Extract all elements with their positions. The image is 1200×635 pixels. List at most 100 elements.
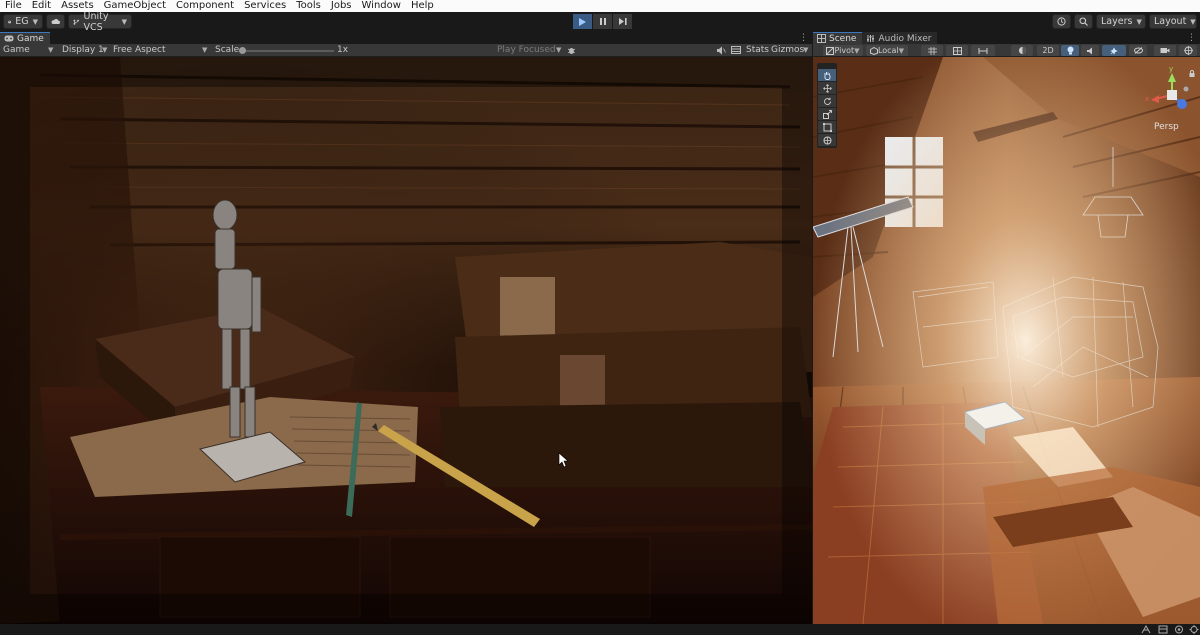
play-icon [579, 17, 586, 26]
grid-icon [731, 46, 741, 54]
axis-y-label: y [1169, 65, 1173, 73]
hand-tool-button[interactable] [818, 69, 836, 81]
tab-scene[interactable]: Scene [813, 32, 863, 44]
account-label: EG [15, 16, 29, 27]
layout-dropdown[interactable]: Layout ▼ [1149, 14, 1197, 29]
aspect-dropdown[interactable]: Free Aspect [113, 44, 166, 57]
status-bar [0, 624, 1200, 635]
effects-dropdown[interactable] [1102, 45, 1126, 56]
cloud-icon [51, 18, 60, 24]
audio-toggle[interactable] [1081, 45, 1099, 56]
gizmos-dropdown-scene[interactable] [1179, 45, 1197, 56]
branch-icon [73, 19, 80, 25]
game-tab-row: Game ⋮ [0, 32, 812, 44]
draw-mode-dropdown[interactable] [1011, 45, 1033, 56]
local-toggle[interactable]: Local ▼ [866, 45, 908, 56]
kebab-menu-icon[interactable]: ⋮ [1187, 32, 1196, 44]
scale-value: 1x [337, 45, 349, 55]
scene-viewport[interactable]: y x Persp [813, 57, 1200, 624]
transform-tool-icon [823, 136, 831, 144]
menu-component[interactable]: Component [171, 0, 239, 12]
pause-icon [599, 18, 606, 25]
gizmo-icon [1183, 46, 1193, 55]
bug-icon [567, 48, 576, 54]
lightbulb-icon [1067, 46, 1073, 55]
chevron-down-icon: ▼ [121, 17, 127, 26]
camera-dropdown[interactable] [1154, 45, 1176, 56]
layers-dropdown[interactable]: Layers ▼ [1096, 14, 1146, 29]
menu-jobs[interactable]: Jobs [326, 0, 357, 12]
chevron-down-icon: ▼ [48, 46, 54, 54]
cache-icon[interactable] [1158, 625, 1168, 634]
search-icon [1079, 17, 1088, 26]
stats-button[interactable]: Stats [746, 44, 769, 57]
layout-label: Layout [1154, 16, 1187, 27]
tab-game[interactable]: Game [0, 32, 50, 44]
play-button[interactable] [573, 14, 592, 29]
grid-snap-dropdown[interactable] [921, 45, 943, 56]
rotate-tool-button[interactable] [818, 95, 836, 107]
scale-tool-button[interactable] [818, 108, 836, 120]
rotate-tool-icon [823, 97, 831, 105]
kebab-menu-icon[interactable]: ⋮ [799, 32, 808, 44]
scale-slider[interactable] [239, 47, 334, 54]
cloud-button[interactable] [46, 14, 65, 29]
chevron-down-icon: ▼ [102, 46, 108, 54]
grid-visibility-dropdown[interactable] [946, 45, 968, 56]
gamepad-icon [4, 35, 14, 42]
gizmos-dropdown[interactable]: Gizmos [771, 44, 804, 57]
scene-render [813, 57, 1200, 624]
pivot-label: Pivot [834, 46, 855, 55]
account-icon [8, 20, 12, 23]
pivot-icon [826, 46, 835, 55]
menu-help[interactable]: Help [406, 0, 439, 12]
orientation-gizmo[interactable]: y x [1143, 65, 1193, 125]
lock-icon[interactable] [1189, 67, 1195, 77]
local-icon [869, 46, 878, 55]
tab-audio-mixer[interactable]: Audio Mixer [862, 32, 938, 44]
tool-palette-handle[interactable] [818, 65, 836, 68]
settings-icon[interactable] [1189, 625, 1199, 634]
chevron-down-icon: ▼ [32, 17, 38, 26]
menu-edit[interactable]: Edit [27, 0, 56, 12]
history-button[interactable] [1052, 14, 1071, 29]
tab-audio-mixer-label: Audio Mixer [878, 33, 932, 44]
scale-tool-icon [822, 109, 832, 119]
move-tool-button[interactable] [818, 82, 836, 94]
hidden-objects-toggle[interactable] [1129, 45, 1147, 56]
main-toolbar: EG ▼ Unity VCS ▼ Layers ▼ Layout ▼ [0, 11, 1200, 33]
step-icon [618, 18, 627, 25]
scale-slider-handle[interactable] [239, 47, 246, 54]
debug-icon[interactable] [1174, 625, 1184, 634]
menu-bar: File Edit Assets GameObject Component Se… [0, 0, 1200, 12]
search-button[interactable] [1074, 14, 1093, 29]
pivot-toggle[interactable]: Pivot ▼ [823, 45, 863, 56]
menu-file[interactable]: File [0, 0, 27, 12]
aspect-label: Free Aspect [113, 45, 166, 55]
menu-services[interactable]: Services [239, 0, 291, 12]
network-icon[interactable] [1141, 625, 1151, 634]
display-dropdown[interactable]: Display 1 [62, 44, 104, 57]
game-viewport[interactable] [0, 57, 812, 624]
move-tool-icon [822, 83, 832, 93]
tab-scene-label: Scene [829, 33, 857, 44]
view-mode-dropdown[interactable]: Game [3, 44, 30, 57]
effects-icon [1109, 46, 1118, 55]
transform-tool-button[interactable] [818, 134, 836, 146]
increment-snap-dropdown[interactable] [971, 45, 995, 56]
projection-toggle[interactable]: Persp [1154, 122, 1179, 132]
step-button[interactable] [613, 14, 632, 29]
rect-tool-button[interactable] [818, 121, 836, 133]
camera-icon [1160, 48, 1170, 53]
2d-toggle[interactable]: 2D [1037, 45, 1059, 56]
account-dropdown[interactable]: EG ▼ [3, 14, 43, 29]
play-focused-dropdown[interactable]: Play Focused [497, 44, 556, 57]
lighting-toggle[interactable] [1061, 45, 1079, 56]
menu-tools[interactable]: Tools [291, 0, 326, 12]
menu-window[interactable]: Window [357, 0, 406, 12]
chevron-down-icon: ▼ [202, 46, 208, 54]
grid-icon [952, 46, 962, 55]
pause-button[interactable] [593, 14, 612, 29]
scene-panel: Scene Audio Mixer ⋮ Pivot ▼ Local ▼ 2D y… [813, 32, 1200, 624]
vcs-dropdown[interactable]: Unity VCS ▼ [68, 11, 132, 33]
